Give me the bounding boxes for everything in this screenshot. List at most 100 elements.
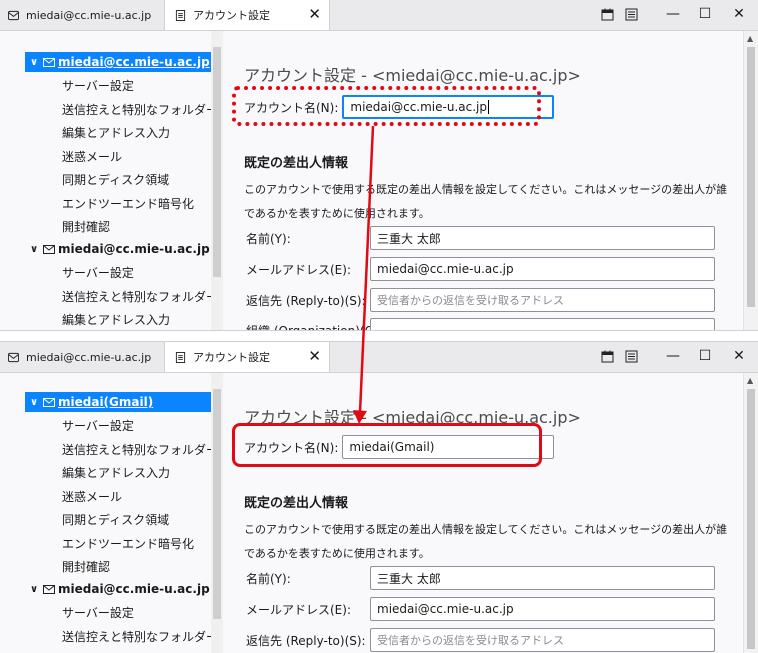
reply-to-field[interactable]: 受信者からの返信を受け取るアドレス: [370, 288, 715, 312]
highlight-after-solid: [232, 423, 542, 467]
field-row-organization: 組織 (Organization)(O):: [246, 318, 715, 330]
account-item[interactable]: ∨ miedai@cc.mie-u.ac.jp: [25, 239, 211, 259]
document-icon: [175, 351, 186, 363]
tab-label: miedai@cc.mie-u.ac.jp: [26, 8, 152, 22]
tab-account-settings[interactable]: アカウント設定 ✕: [164, 0, 330, 30]
field-label: 返信先 (Reply-to)(S):: [246, 293, 366, 308]
reply-to-field[interactable]: 受信者からの返信を受け取るアドレス: [370, 628, 715, 652]
scrollbar-thumb[interactable]: [213, 47, 221, 277]
sidebar-item-e2e[interactable]: エンドツーエンド暗号化: [62, 535, 194, 552]
close-window-icon[interactable]: ✕: [729, 346, 749, 366]
field-row-reply-to: 返信先 (Reply-to)(S): 受信者からの返信を受け取るアドレス: [246, 288, 715, 312]
email-field[interactable]: miedai@cc.mie-u.ac.jp: [370, 597, 715, 621]
organization-field[interactable]: [370, 318, 715, 330]
field-row-email: メールアドレス(E): miedai@cc.mie-u.ac.jp: [246, 257, 715, 281]
tab-mail-account[interactable]: miedai@cc.mie-u.ac.jp: [0, 342, 162, 372]
chevron-down-icon[interactable]: ∨: [27, 244, 41, 255]
scroll-up-icon[interactable]: ▲: [747, 34, 753, 43]
main-scrollbar[interactable]: ▲: [743, 373, 758, 653]
scrollbar-thumb[interactable]: [747, 47, 755, 307]
envelope-icon: [43, 244, 55, 254]
highlight-before-dotted: [232, 86, 541, 126]
tab-label: アカウント設定: [193, 351, 270, 364]
account-item[interactable]: ∨ miedai@cc.mie-u.ac.jp: [25, 579, 211, 599]
sidebar-item-junk[interactable]: 迷惑メール: [62, 488, 122, 505]
close-tab-icon[interactable]: ✕: [308, 7, 321, 22]
sidebar-item-composition[interactable]: 編集とアドレス入力: [62, 464, 170, 481]
maximize-icon[interactable]: ☐: [695, 4, 715, 24]
account-item-selected[interactable]: ∨ miedai@cc.mie-u.ac.jp: [25, 52, 211, 72]
tab-mail-account[interactable]: miedai@cc.mie-u.ac.jp: [0, 0, 162, 30]
field-label: 名前(Y):: [246, 231, 291, 246]
chevron-down-icon[interactable]: ∨: [27, 57, 41, 68]
name-field[interactable]: 三重大 太郎: [370, 566, 715, 590]
field-label: メールアドレス(E):: [246, 262, 351, 277]
sidebar-scrollbar[interactable]: [211, 31, 223, 330]
field-row-email: メールアドレス(E): miedai@cc.mie-u.ac.jp: [246, 597, 715, 621]
sidebar-item-copies-folders[interactable]: 送信控えと特別なフォルダー: [62, 288, 218, 305]
calendar-icon[interactable]: [601, 8, 614, 21]
settings-window-after: miedai@cc.mie-u.ac.jp アカウント設定 ✕ — ☐ ✕ ∨ …: [0, 341, 758, 653]
sidebar-item-copies-folders[interactable]: 送信控えと特別なフォルダー: [62, 628, 218, 645]
mail-icon: [8, 10, 19, 20]
field-label: 返信先 (Reply-to)(S):: [246, 633, 366, 648]
settings-window-before: miedai@cc.mie-u.ac.jp アカウント設定 ✕ — ☐ ✕ ∨ …: [0, 0, 758, 331]
field-row-reply-to: 返信先 (Reply-to)(S): 受信者からの返信を受け取るアドレス: [246, 628, 715, 652]
close-window-icon[interactable]: ✕: [729, 4, 749, 24]
envelope-icon: [43, 397, 55, 407]
sidebar-item-composition[interactable]: 編集とアドレス入力: [62, 124, 170, 141]
tab-bar: miedai@cc.mie-u.ac.jp アカウント設定 ✕ — ☐ ✕: [0, 0, 758, 31]
name-field[interactable]: 三重大 太郎: [370, 226, 715, 250]
sidebar-scrollbar[interactable]: [211, 373, 223, 653]
sidebar-item-server-settings[interactable]: サーバー設定: [62, 77, 134, 94]
account-name: miedai@cc.mie-u.ac.jp: [58, 242, 210, 256]
sidebar-item-receipts[interactable]: 開封確認: [62, 558, 110, 575]
chevron-down-icon[interactable]: ∨: [27, 397, 41, 408]
sidebar-item-sync[interactable]: 同期とディスク領域: [62, 171, 169, 188]
close-tab-icon[interactable]: ✕: [308, 349, 321, 364]
main-scrollbar[interactable]: ▲: [743, 31, 758, 330]
sidebar-item-sync[interactable]: 同期とディスク領域: [62, 511, 169, 528]
minimize-icon[interactable]: —: [663, 4, 683, 24]
field-label: メールアドレス(E):: [246, 602, 351, 617]
sidebar-item-server-settings[interactable]: サーバー設定: [62, 417, 134, 434]
tab-account-settings[interactable]: アカウント設定 ✕: [164, 342, 330, 372]
account-settings-pane: アカウント設定 - <miedai@cc.mie-u.ac.jp> アカウント名…: [224, 31, 743, 330]
tab-label: アカウント設定: [193, 9, 270, 22]
scrollbar-thumb[interactable]: [747, 389, 755, 649]
scrollbar-thumb[interactable]: [213, 389, 221, 619]
account-name: miedai@cc.mie-u.ac.jp: [58, 55, 210, 69]
sidebar-item-server-settings[interactable]: サーバー設定: [62, 604, 134, 621]
section-description: このアカウントで使用する既定の差出人情報を設定してください。これはメッセージの差…: [244, 183, 728, 220]
account-item-selected[interactable]: ∨ miedai(Gmail): [25, 392, 211, 412]
mail-icon: [8, 352, 19, 362]
tab-bar: miedai@cc.mie-u.ac.jp アカウント設定 ✕ — ☐ ✕: [0, 342, 758, 373]
tasks-icon[interactable]: [625, 8, 638, 21]
section-description: このアカウントで使用する既定の差出人情報を設定してください。これはメッセージの差…: [244, 523, 728, 560]
chevron-down-icon[interactable]: ∨: [27, 584, 41, 595]
field-label: 名前(Y):: [246, 571, 291, 586]
sidebar-item-receipts[interactable]: 開封確認: [62, 218, 110, 235]
page-title: アカウント設定 - <miedai@cc.mie-u.ac.jp>: [244, 66, 581, 85]
field-row-name: 名前(Y): 三重大 太郎: [246, 226, 715, 250]
section-heading: 既定の差出人情報: [244, 496, 349, 511]
scroll-up-icon[interactable]: ▲: [747, 376, 753, 385]
sidebar-item-server-settings[interactable]: サーバー設定: [62, 264, 134, 281]
email-field[interactable]: miedai@cc.mie-u.ac.jp: [370, 257, 715, 281]
tasks-icon[interactable]: [625, 350, 638, 363]
maximize-icon[interactable]: ☐: [695, 346, 715, 366]
sidebar-item-composition[interactable]: 編集とアドレス入力: [62, 311, 170, 328]
sidebar-item-e2e[interactable]: エンドツーエンド暗号化: [62, 195, 194, 212]
account-tree: ∨ miedai(Gmail) サーバー設定 送信控えと特別なフォルダー 編集と…: [0, 373, 218, 653]
document-icon: [175, 9, 186, 21]
sidebar-item-junk[interactable]: 迷惑メール: [62, 148, 122, 165]
account-name: miedai(Gmail): [58, 395, 154, 409]
sidebar-item-copies-folders[interactable]: 送信控えと特別なフォルダー: [62, 441, 218, 458]
field-row-name: 名前(Y): 三重大 太郎: [246, 566, 715, 590]
minimize-icon[interactable]: —: [663, 346, 683, 366]
calendar-icon[interactable]: [601, 350, 614, 363]
account-name: miedai@cc.mie-u.ac.jp: [58, 582, 210, 596]
envelope-icon: [43, 584, 55, 594]
sidebar-item-copies-folders[interactable]: 送信控えと特別なフォルダー: [62, 101, 218, 118]
section-heading: 既定の差出人情報: [244, 156, 349, 171]
